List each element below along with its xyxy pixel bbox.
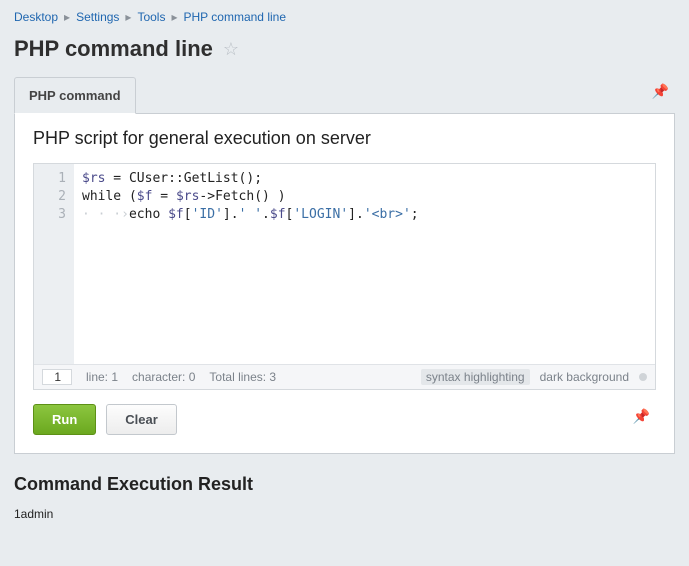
chevron-right-icon: ▸ [64, 10, 70, 24]
actions-row: Run Clear 📌 [33, 404, 656, 435]
breadcrumb-item-tools[interactable]: Tools [137, 10, 165, 24]
chevron-right-icon: ▸ [171, 10, 177, 24]
gutter-line: 3 [34, 206, 66, 224]
clear-button[interactable]: Clear [106, 404, 177, 435]
tab-php-command[interactable]: PHP command [14, 77, 136, 114]
breadcrumb-item-settings[interactable]: Settings [76, 10, 119, 24]
cursor-line-label: line: 1 [86, 370, 118, 384]
panel-heading: PHP script for general execution on serv… [33, 128, 656, 149]
breadcrumb: Desktop ▸ Settings ▸ Tools ▸ PHP command… [14, 8, 675, 32]
status-right: syntax highlighting dark background [421, 369, 647, 385]
status-left: 1 line: 1 character: 0 Total lines: 3 [42, 369, 276, 385]
status-dot-icon [639, 373, 647, 381]
pin-icon[interactable]: 📌 [652, 83, 675, 106]
current-line-indicator: 1 [42, 369, 72, 385]
code-area[interactable]: 1 2 3 $rs = CUser::GetList(); while ($f … [34, 164, 655, 364]
code-content[interactable]: $rs = CUser::GetList(); while ($f = $rs-… [74, 164, 655, 364]
main-panel: PHP script for general execution on serv… [14, 114, 675, 454]
page-title: PHP command line [14, 36, 213, 62]
favorite-star-icon[interactable]: ☆ [223, 39, 239, 60]
result-output: 1admin [14, 507, 675, 521]
tab-bar: PHP command 📌 [14, 76, 675, 114]
breadcrumb-item-desktop[interactable]: Desktop [14, 10, 58, 24]
code-editor: 1 2 3 $rs = CUser::GetList(); while ($f … [33, 163, 656, 390]
syntax-highlighting-toggle[interactable]: syntax highlighting [421, 369, 530, 385]
pin-icon[interactable]: 📌 [633, 408, 656, 431]
breadcrumb-item-current[interactable]: PHP command line [184, 10, 287, 24]
line-gutter: 1 2 3 [34, 164, 74, 364]
gutter-line: 1 [34, 170, 66, 188]
button-group: Run Clear [33, 404, 177, 435]
dark-background-toggle[interactable]: dark background [540, 370, 629, 384]
cursor-char-label: character: 0 [132, 370, 195, 384]
run-button[interactable]: Run [33, 404, 96, 435]
editor-status-bar: 1 line: 1 character: 0 Total lines: 3 sy… [34, 364, 655, 389]
gutter-line: 2 [34, 188, 66, 206]
total-lines-label: Total lines: 3 [209, 370, 276, 384]
result-heading: Command Execution Result [14, 474, 675, 495]
page-title-row: PHP command line ☆ [14, 36, 675, 62]
chevron-right-icon: ▸ [125, 10, 131, 24]
